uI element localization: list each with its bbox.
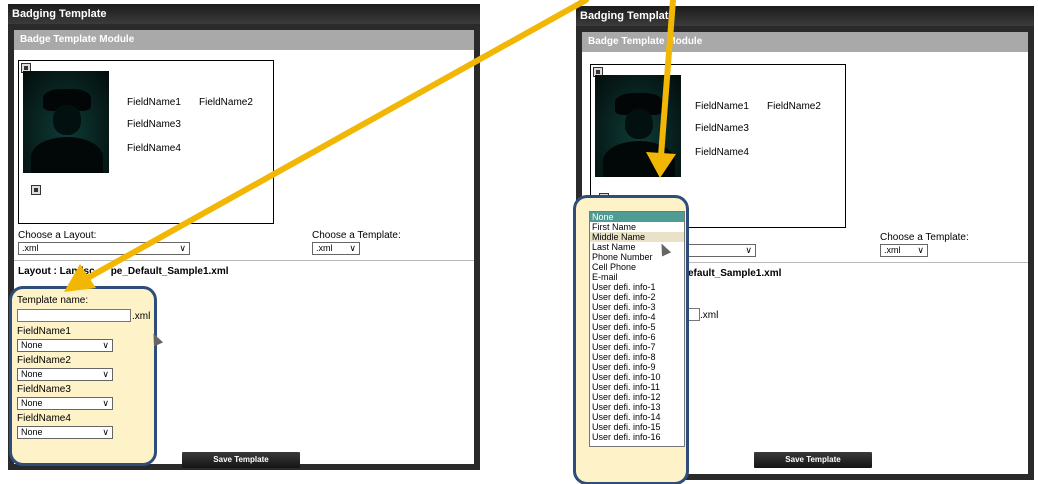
fieldname1-select[interactable]: None ∨ <box>17 339 113 352</box>
fieldname4-select[interactable]: None ∨ <box>17 426 113 439</box>
left-window-title: Badging Template <box>8 4 480 24</box>
fieldname2-label: FieldName2 <box>17 355 71 366</box>
badge-fieldname2: FieldName2 <box>767 101 821 112</box>
fieldname2-select[interactable]: None ∨ <box>17 368 113 381</box>
dropdown-option[interactable]: None <box>590 212 684 222</box>
fieldname1-label: FieldName1 <box>17 326 71 337</box>
dropdown-option[interactable]: User defi. info-1 <box>590 282 684 292</box>
left-callout: Template name: .xml FieldName1 None ∨ Fie… <box>9 286 157 466</box>
dropdown-option[interactable]: Cell Phone <box>590 262 684 272</box>
choose-template-label: Choose a Template: <box>880 232 969 243</box>
badge-fieldname4: FieldName4 <box>695 147 749 158</box>
badge-bottom-icon[interactable] <box>31 185 41 195</box>
dropdown-option[interactable]: User defi. info-11 <box>590 382 684 392</box>
dropdown-option[interactable]: User defi. info-16 <box>590 432 684 442</box>
right-module-bar: Badge Template Module <box>582 32 1028 52</box>
right-window-title: Badging Template <box>576 6 1034 26</box>
layout-select[interactable]: .xml ∨ <box>18 242 190 255</box>
dropdown-option[interactable]: User defi. info-6 <box>590 332 684 342</box>
badge-fieldname4: FieldName4 <box>127 143 181 154</box>
fieldname3-label: FieldName3 <box>17 384 71 395</box>
template-select[interactable]: .xml ∨ <box>312 242 360 255</box>
dropdown-option[interactable]: User defi. info-3 <box>590 302 684 312</box>
badge-photo <box>23 71 109 173</box>
dropdown-option[interactable]: E-mail <box>590 272 684 282</box>
chevron-down-icon: ∨ <box>102 369 109 379</box>
choose-template-label: Choose a Template: <box>312 230 401 241</box>
badge-fieldname1: FieldName1 <box>127 97 181 108</box>
dropdown-option[interactable]: User defi. info-2 <box>590 292 684 302</box>
dropdown-option[interactable]: User defi. info-15 <box>590 422 684 432</box>
dropdown-option[interactable]: User defi. info-14 <box>590 412 684 422</box>
template-select-value: .xml <box>884 245 901 255</box>
chevron-down-icon: ∨ <box>102 340 109 350</box>
dropdown-option[interactable]: User defi. info-13 <box>590 402 684 412</box>
chevron-down-icon: ∨ <box>179 243 186 253</box>
dropdown-option[interactable]: User defi. info-12 <box>590 392 684 402</box>
dropdown-option[interactable]: First Name <box>590 222 684 232</box>
field-options-dropdown[interactable]: None First Name Middle Name Last Name Phone … <box>589 211 685 447</box>
divider <box>14 260 474 261</box>
fieldname3-select[interactable]: None ∨ <box>17 397 113 410</box>
template-select[interactable]: .xml ∨ <box>880 244 928 257</box>
dropdown-option[interactable]: User defi. info-5 <box>590 322 684 332</box>
badge-fieldname3: FieldName3 <box>695 123 749 134</box>
chevron-down-icon: ∨ <box>745 245 752 255</box>
fieldname4-label: FieldName4 <box>17 413 71 424</box>
template-select-value: .xml <box>316 243 333 253</box>
template-name-suffix: .xml <box>700 310 719 321</box>
dropdown-option[interactable]: Phone Number <box>590 252 684 262</box>
template-name-label: Template name: <box>17 295 89 306</box>
dropdown-option[interactable]: User defi. info-7 <box>590 342 684 352</box>
dropdown-option[interactable]: User defi. info-4 <box>590 312 684 322</box>
badge-photo <box>595 75 681 177</box>
save-template-button[interactable]: Save Template <box>754 452 872 468</box>
layout-select-value: .xml <box>22 243 39 253</box>
badge-fieldname2: FieldName2 <box>199 97 253 108</box>
dropdown-option[interactable]: User defi. info-8 <box>590 352 684 362</box>
dropdown-option[interactable]: User defi. info-9 <box>590 362 684 372</box>
layout-info: Layout : Landsc pe_Default_Sample1.xml <box>18 266 229 277</box>
badge-fieldname1: FieldName1 <box>695 101 749 112</box>
chevron-down-icon: ∨ <box>349 243 356 253</box>
chevron-down-icon: ∨ <box>102 398 109 408</box>
chevron-down-icon: ∨ <box>917 245 924 255</box>
layout-info: efault_Sample1.xml <box>688 268 782 279</box>
template-name-input[interactable] <box>17 309 131 322</box>
save-template-button[interactable]: Save Template <box>182 452 300 468</box>
right-callout: None First Name Middle Name Last Name Phone … <box>573 195 689 484</box>
left-module-bar: Badge Template Module <box>14 30 474 50</box>
template-name-suffix: .xml <box>132 311 151 322</box>
badge-fieldname3: FieldName3 <box>127 119 181 130</box>
dropdown-option[interactable]: User defi. info-10 <box>590 372 684 382</box>
chevron-down-icon: ∨ <box>102 427 109 437</box>
dropdown-option[interactable]: Middle Name <box>590 232 684 242</box>
choose-layout-label: Choose a Layout: <box>18 230 97 241</box>
left-badge-preview: FieldName1 FieldName2 FieldName3 FieldNa… <box>18 60 274 224</box>
